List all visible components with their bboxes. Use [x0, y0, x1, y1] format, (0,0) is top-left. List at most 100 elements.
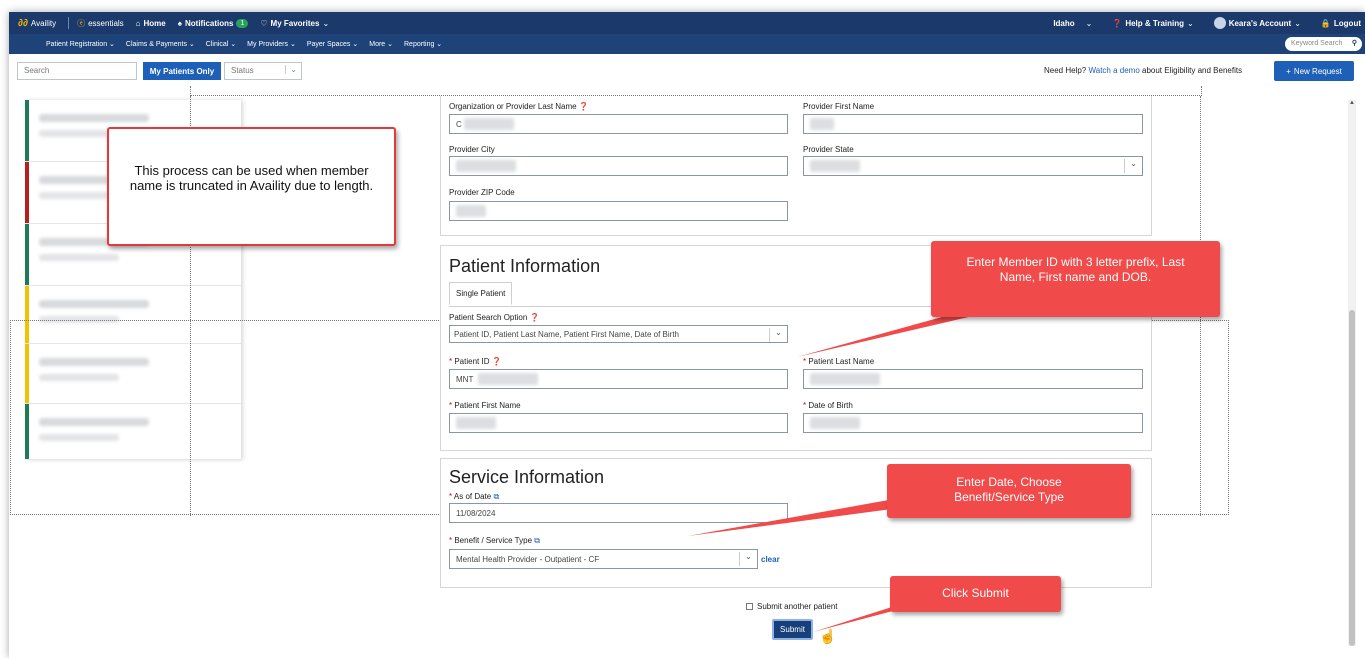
- essentials-label: essentials: [88, 18, 124, 28]
- external-link-icon[interactable]: ⧉: [534, 536, 540, 545]
- zip-label: Provider ZIP Code: [449, 188, 515, 197]
- search-option-label: Patient Search Option ❓: [449, 313, 539, 322]
- question-icon: ❓: [1112, 18, 1123, 28]
- nav-favorites[interactable]: ♡ My Favorites ⌄: [260, 19, 329, 28]
- help-icon[interactable]: ❓: [530, 313, 540, 322]
- page-scrollbar[interactable]: ▲: [1348, 100, 1356, 646]
- heart-icon: ♡: [260, 18, 268, 28]
- chevron-down-icon: ⌄: [1187, 18, 1194, 28]
- subnav-label: Reporting: [404, 41, 435, 48]
- search-option-value: Patient ID, Patient Last Name, Patient F…: [454, 330, 679, 339]
- patient-first-label: * Patient First Name: [449, 401, 521, 410]
- logout-button[interactable]: 🔒 Logout: [1321, 19, 1361, 28]
- favorites-label: My Favorites: [270, 18, 320, 28]
- subnav-reporting[interactable]: Reporting ⌄: [404, 40, 442, 48]
- home-label: Home: [143, 18, 166, 28]
- redacted-value: [464, 118, 514, 130]
- patient-last-label: * Patient Last Name: [803, 357, 875, 366]
- help-training-menu[interactable]: ❓ Help & Training ⌄: [1112, 19, 1193, 28]
- as-of-date-value: 11/08/2024: [456, 509, 496, 518]
- new-request-label: New Request: [1293, 66, 1342, 76]
- patient-last-name-field[interactable]: [803, 369, 1143, 389]
- provider-first-label: Provider First Name: [803, 102, 874, 111]
- guide-outline: [190, 86, 1202, 96]
- help-demo-text: Need Help? Watch a demo about Eligibilit…: [1044, 66, 1242, 75]
- patient-first-label-text: Patient First Name: [454, 401, 521, 410]
- redacted-value: [456, 205, 486, 217]
- divider: [68, 17, 70, 29]
- subnav-claims-payments[interactable]: Claims & Payments ⌄: [126, 40, 195, 48]
- date-of-birth-field[interactable]: [803, 413, 1143, 433]
- callout-date-text: Enter Date, Choose Benefit/Service Type: [954, 475, 1064, 504]
- city-label: Provider City: [449, 145, 495, 154]
- callout-click-submit: Click Submit: [890, 576, 1061, 612]
- new-request-button[interactable]: + New Request: [1274, 61, 1354, 81]
- redacted-name: [39, 114, 149, 122]
- subnav-label: Clinical: [205, 41, 229, 48]
- provider-state-select[interactable]: ⌄: [803, 156, 1143, 176]
- patient-id-label: * Patient ID ❓: [449, 357, 502, 366]
- subnav-label: Patient Registration: [46, 41, 108, 48]
- org-label: Organization or Provider Last Name ❓: [449, 102, 589, 111]
- clear-link[interactable]: clear: [761, 555, 780, 564]
- availity-logo[interactable]: ∂∂ Availity: [18, 18, 56, 29]
- submit-another-patient-checkbox[interactable]: Submit another patient: [746, 602, 838, 611]
- tab-single-patient[interactable]: Single Patient: [449, 282, 513, 305]
- watch-demo-link[interactable]: Watch a demo: [1088, 66, 1139, 75]
- subnav-more[interactable]: More ⌄: [369, 40, 393, 48]
- city-label-text: Provider City: [449, 145, 495, 154]
- patient-search-input[interactable]: Search: [17, 62, 137, 80]
- org-label-text: Organization or Provider Last Name: [449, 102, 577, 111]
- bell-icon: ♠: [177, 18, 182, 28]
- lock-icon: 🔒: [1320, 18, 1331, 28]
- redacted-value: [478, 373, 538, 385]
- subnav-label: More: [369, 41, 386, 48]
- nav-notifications[interactable]: ♠ Notifications 1: [177, 18, 249, 28]
- benefit-type-label-text: Benefit / Service Type: [454, 536, 533, 545]
- patient-search-option-select[interactable]: Patient ID, Patient Last Name, Patient F…: [449, 325, 788, 343]
- patient-id-field[interactable]: MNT: [449, 369, 788, 389]
- tab-label: Single Patient: [456, 289, 506, 298]
- availity-logo-icon: ∂∂: [18, 17, 28, 29]
- hand-cursor-icon: ☝: [819, 628, 837, 644]
- service-section-title: Service Information: [449, 467, 605, 487]
- provider-panel: Organization or Provider Last Name ❓ C P…: [440, 96, 1152, 236]
- account-menu[interactable]: Keara's Account ⌄: [1213, 17, 1301, 29]
- nav-home[interactable]: ⌂ Home: [136, 19, 166, 28]
- org-last-name-field[interactable]: C: [449, 114, 788, 134]
- status-select[interactable]: Status ⌄: [224, 62, 302, 80]
- as-of-date-label: * As of Date ⧉: [449, 492, 500, 501]
- provider-zip-field[interactable]: [449, 201, 788, 221]
- zip-label-text: Provider ZIP Code: [449, 188, 515, 197]
- benefit-service-type-select[interactable]: Mental Health Provider - Outpatient - CF…: [449, 549, 758, 569]
- my-patients-only-button[interactable]: My Patients Only: [143, 62, 221, 80]
- search-icon: ⚲: [1351, 40, 1357, 47]
- region-select[interactable]: Idaho ⌄: [1053, 19, 1092, 28]
- submit-button[interactable]: Submit: [772, 619, 813, 640]
- help-icon[interactable]: ❓: [492, 357, 502, 366]
- home-icon: ⌂: [135, 18, 141, 28]
- provider-first-name-field[interactable]: [803, 114, 1143, 134]
- subnav-clinical[interactable]: Clinical ⌄: [206, 40, 236, 48]
- subnav-patient-registration[interactable]: Patient Registration ⌄: [46, 40, 115, 48]
- chevron-down-icon: ⌄: [739, 552, 757, 566]
- chevron-down-icon: ⌄: [1124, 159, 1142, 173]
- as-of-date-field[interactable]: 11/08/2024: [449, 503, 788, 523]
- subnav-label: My Providers: [247, 41, 289, 48]
- help-icon[interactable]: ❓: [579, 102, 589, 111]
- provider-city-field[interactable]: [449, 156, 788, 176]
- benefit-type-value: Mental Health Provider - Outpatient - CF: [456, 555, 600, 564]
- redacted-name: [39, 300, 149, 308]
- provider-first-label-text: Provider First Name: [803, 102, 875, 111]
- chevron-down-icon: ⌄: [769, 328, 787, 342]
- keyword-search-input[interactable]: Keyword Search ⚲: [1285, 37, 1362, 51]
- subnav-my-providers[interactable]: My Providers ⌄: [247, 40, 296, 48]
- patient-first-name-field[interactable]: [449, 413, 788, 433]
- subnav-payer-spaces[interactable]: Payer Spaces ⌄: [307, 40, 358, 48]
- chevron-down-icon: ⌄: [1085, 18, 1093, 28]
- scrollbar-thumb[interactable]: [1349, 310, 1355, 646]
- calendar-link-icon[interactable]: ⧉: [494, 492, 500, 501]
- account-label: Keara's Account: [1228, 18, 1292, 28]
- scroll-up-arrow-icon[interactable]: ▲: [1348, 100, 1356, 106]
- annotation-note-text: This process can be used when member nam…: [129, 163, 374, 193]
